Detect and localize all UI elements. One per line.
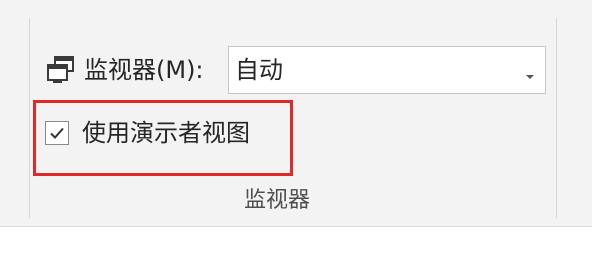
monitor-label: 监视器(M): [84, 56, 204, 84]
group-separator-left [29, 18, 30, 218]
group-caption: 监视器 [244, 188, 311, 213]
presenter-view-label[interactable]: 使用演示者视图 [82, 117, 250, 149]
presenter-view-checkbox[interactable] [45, 121, 69, 145]
group-separator-right [556, 18, 557, 218]
chevron-down-icon[interactable] [525, 66, 535, 79]
monitor-row: 监视器(M): [46, 46, 204, 94]
content-area [0, 227, 592, 269]
monitor-select-value: 自动 [235, 56, 283, 84]
monitor-select[interactable]: 自动 [228, 46, 546, 94]
monitor-icon [46, 55, 76, 85]
checkmark-icon [50, 127, 64, 139]
